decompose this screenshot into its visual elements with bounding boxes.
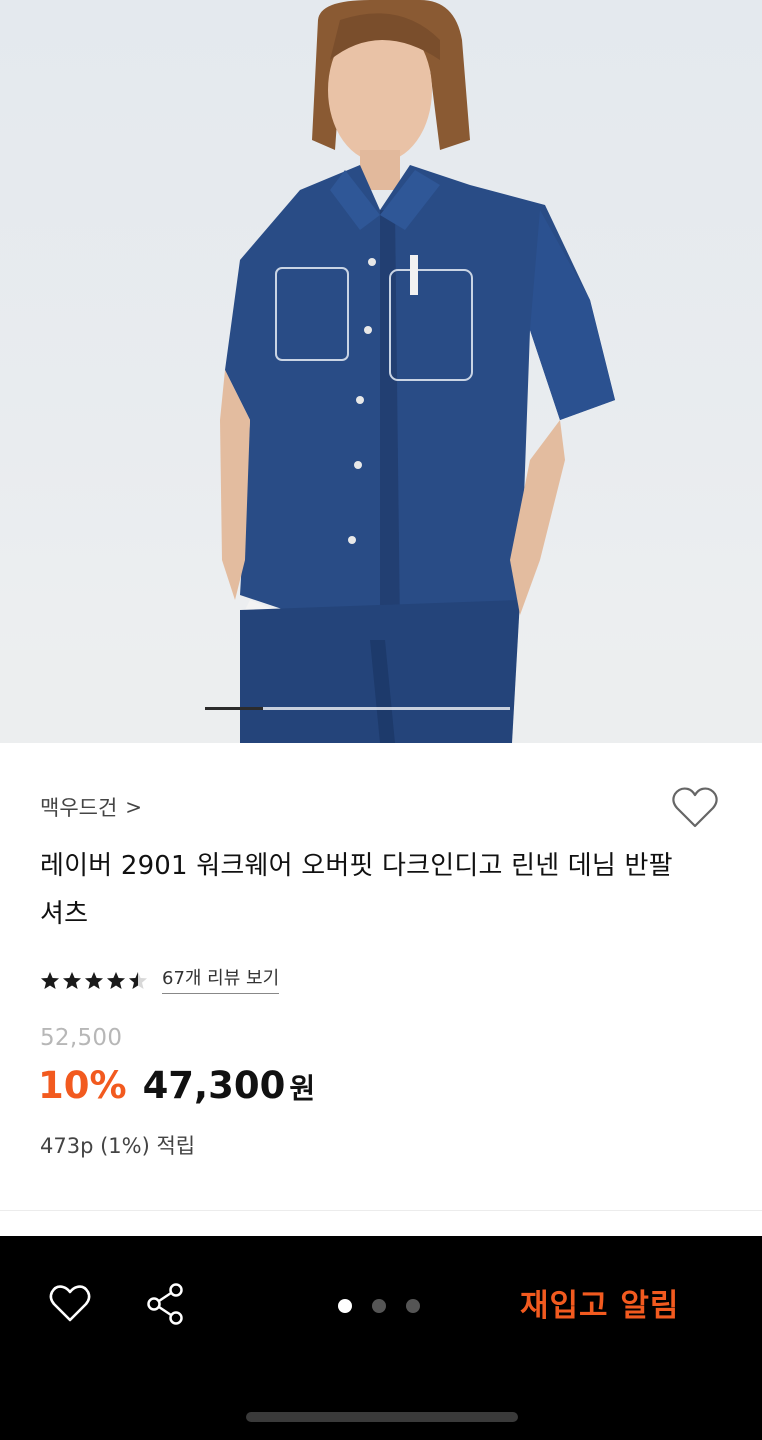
page-indicator bbox=[338, 1299, 420, 1313]
currency-label: 원 bbox=[289, 1072, 316, 1105]
bottom-wishlist-button[interactable] bbox=[46, 1280, 94, 1328]
brand-link[interactable]: 맥우드건 > bbox=[40, 790, 142, 824]
gallery-progress-fill bbox=[205, 707, 263, 710]
product-illustration bbox=[0, 0, 762, 743]
price-row: 10% 47,300 원 bbox=[38, 1064, 315, 1116]
points-info: 473p (1%) 적립 bbox=[40, 1134, 196, 1158]
product-title: 레이버 2901 워크웨어 오버핏 다크인디고 린넨 데님 반팔셔츠 bbox=[40, 851, 673, 929]
divider bbox=[0, 1210, 762, 1211]
star-full-icon bbox=[85, 972, 103, 989]
gallery-progress bbox=[205, 707, 510, 710]
heart-outline-icon bbox=[49, 1285, 91, 1322]
restock-alert-button[interactable]: 재입고 알림 bbox=[520, 1280, 679, 1325]
star-full-icon bbox=[107, 972, 125, 989]
discount-rate: 10% bbox=[38, 1064, 127, 1107]
brand-name: 맥우드건 bbox=[40, 796, 118, 820]
sale-price: 47,300 bbox=[142, 1064, 286, 1107]
wishlist-button[interactable] bbox=[669, 782, 721, 834]
home-indicator[interactable] bbox=[246, 1412, 518, 1422]
page-dot[interactable] bbox=[372, 1299, 386, 1313]
review-link[interactable]: 67개 리뷰 보기 bbox=[162, 968, 280, 994]
chevron-right-icon: > bbox=[125, 795, 143, 819]
rating-row: 67개 리뷰 보기 bbox=[40, 966, 280, 996]
original-price: 52,500 bbox=[40, 1025, 123, 1051]
star-rating bbox=[40, 971, 148, 991]
share-button[interactable] bbox=[142, 1280, 188, 1328]
star-full-icon bbox=[63, 972, 81, 989]
bottom-action-bar bbox=[0, 1236, 762, 1440]
heart-outline-icon bbox=[672, 787, 718, 828]
product-image[interactable] bbox=[0, 0, 762, 743]
share-icon bbox=[147, 1283, 183, 1325]
page-dot[interactable] bbox=[406, 1299, 420, 1313]
star-full-icon bbox=[41, 972, 59, 989]
star-half-icon bbox=[129, 972, 147, 989]
page-dot[interactable] bbox=[338, 1299, 352, 1313]
